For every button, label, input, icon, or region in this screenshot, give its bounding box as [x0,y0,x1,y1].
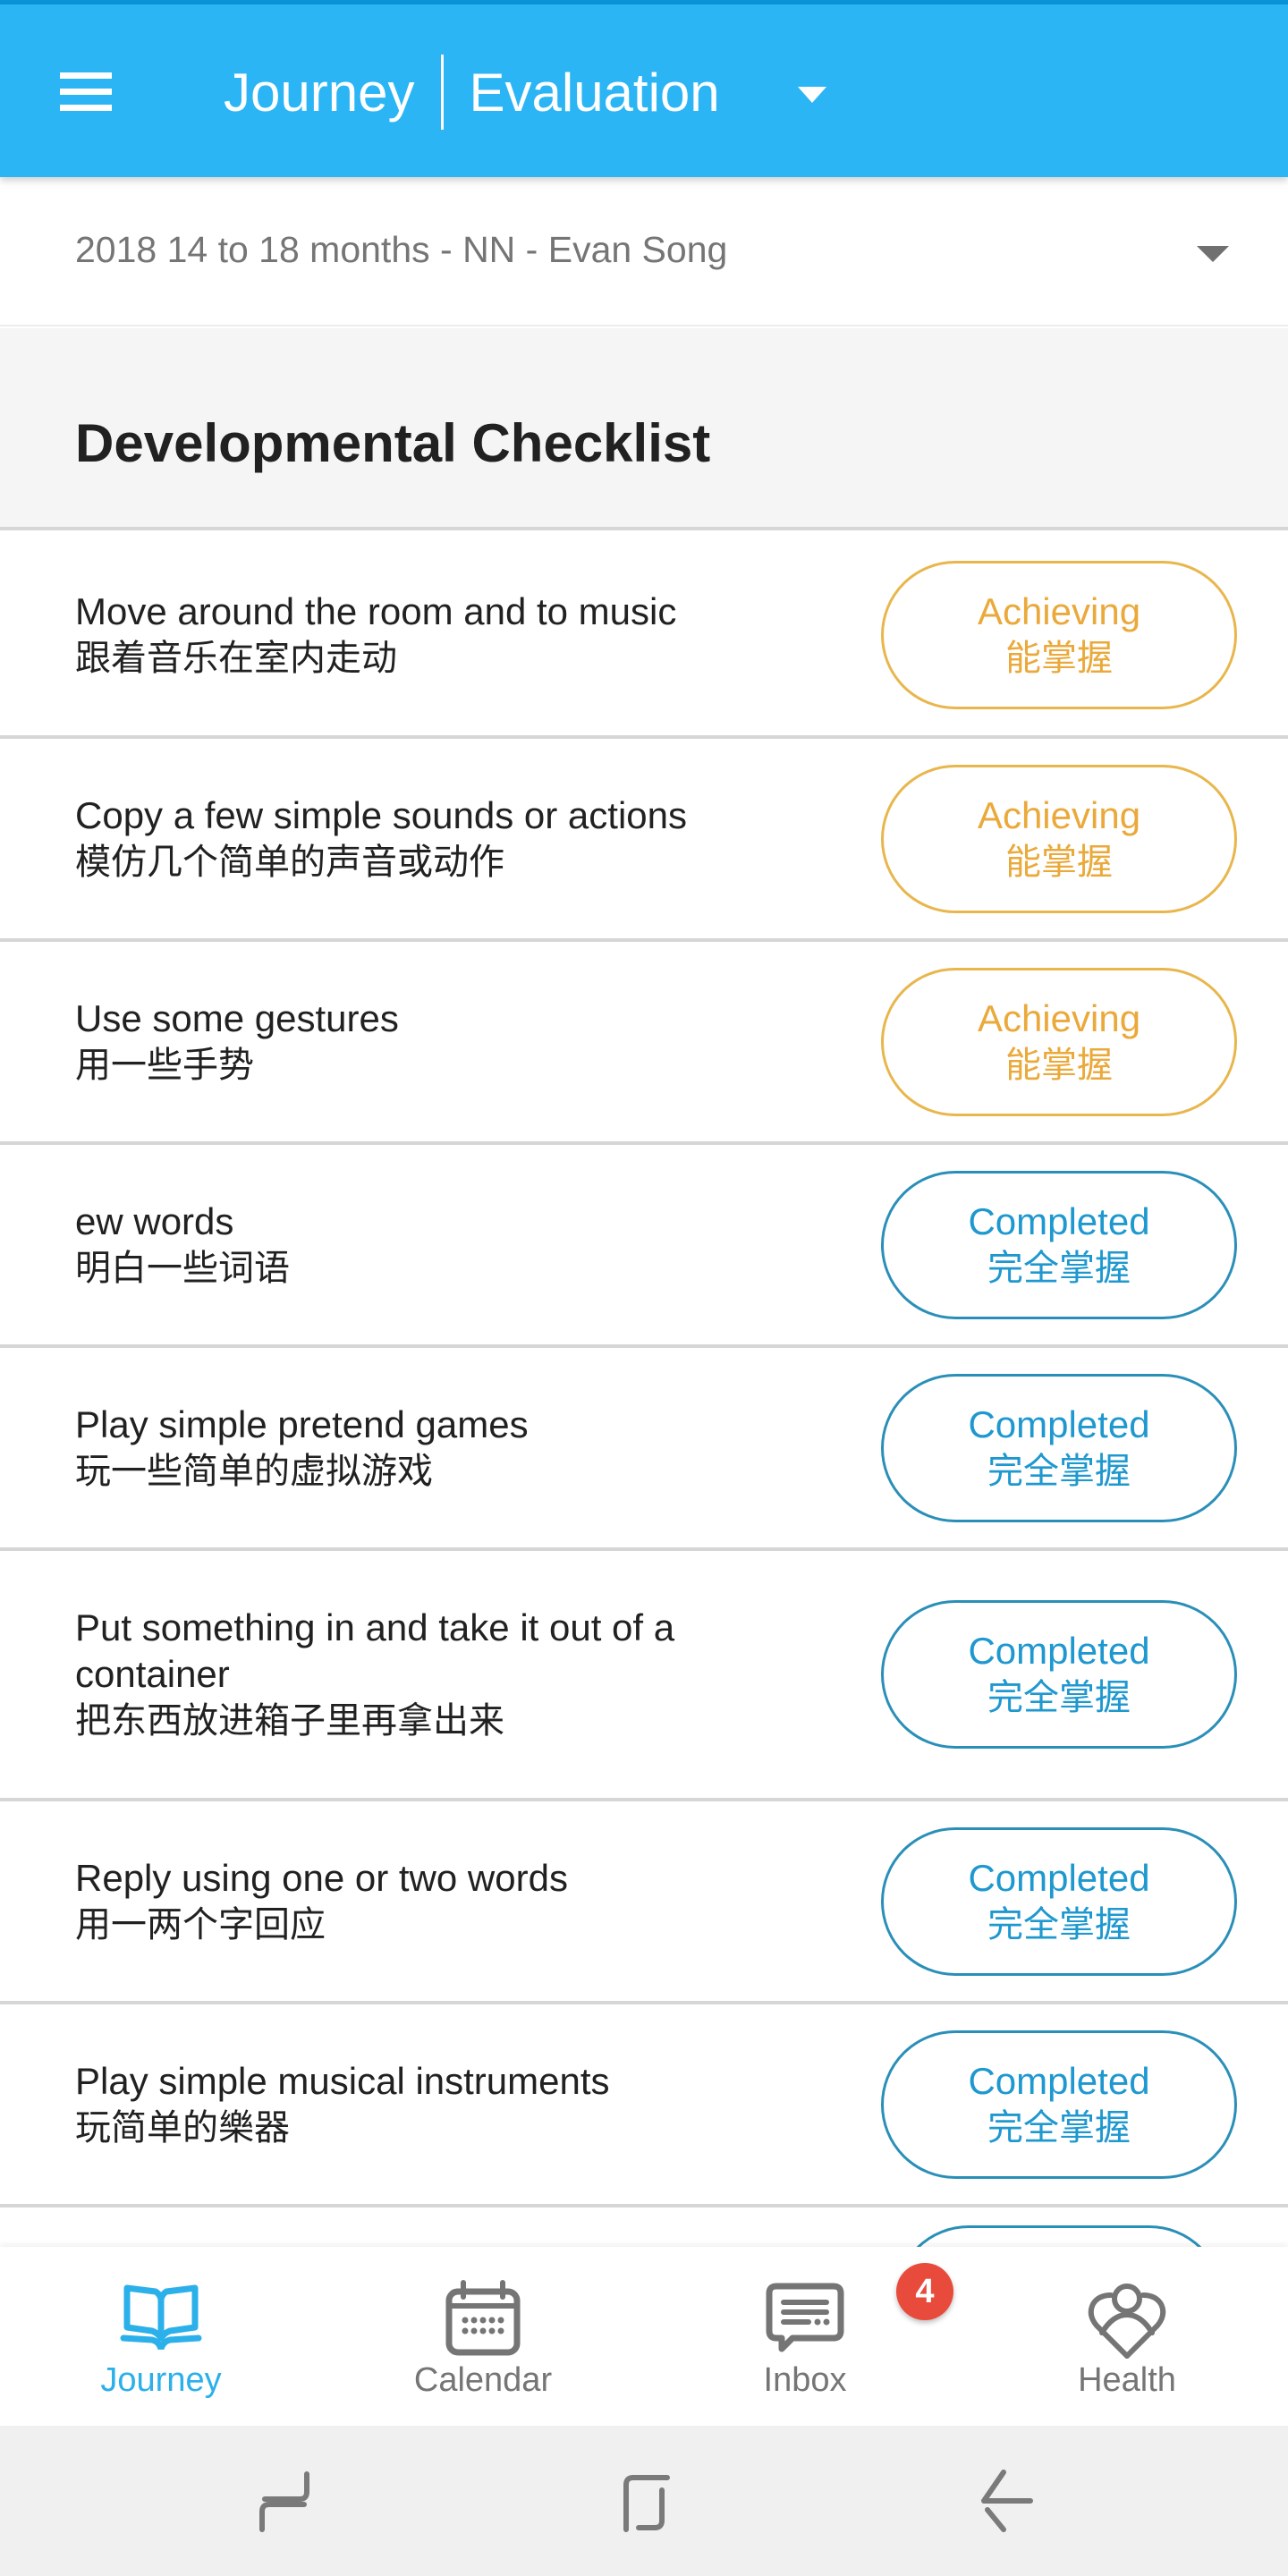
status-label-zh: 能掌握 [1005,1044,1113,1086]
back-icon[interactable] [968,2465,1039,2537]
nav-tab-health[interactable]: Health [966,2247,1288,2426]
caret-down-icon[interactable] [798,87,826,103]
inbox-unread-badge: 4 [896,2263,953,2320]
item-chinese: 明白一些词语 [75,1247,290,1289]
status-label-en: Completed [968,1402,1150,1445]
list-item: Move around the room and to music 跟着音乐在室… [0,534,1288,739]
status-label-en: Completed [968,1630,1150,1672]
nav-label-journey: Journey [100,2361,222,2399]
status-button[interactable]: Completed 完全掌握 [881,1170,1237,1319]
item-chinese: 玩一些简单的虚拟游戏 [75,1450,433,1492]
status-label-zh: 能掌握 [1005,637,1113,679]
item-chinese: 用一两个字回应 [75,1903,326,1945]
caret-down-icon [1197,246,1229,262]
checklist: Move around the room and to music 跟着音乐在室… [0,534,1288,2411]
list-item: Reply using one or two words 用一两个字回应 Com… [0,1801,1288,2004]
nav-label-calendar: Calendar [413,2361,553,2399]
selector-value: 2018 14 to 18 months - NN - Evan Song [75,229,728,270]
item-chinese: 把东西放进箱子里再拿出来 [75,1700,504,1741]
item-chinese: 跟着音乐在室内走动 [75,637,397,679]
nav-tab-calendar[interactable]: Calendar [322,2247,644,2426]
item-english: Move around the room and to music [75,589,677,632]
status-button[interactable]: Completed 完全掌握 [881,1826,1237,1976]
list-item: Copy a few simple sounds or actions 模仿几个… [0,739,1288,942]
evaluation-selector[interactable]: 2018 14 to 18 months - NN - Evan Song [0,177,1288,326]
heart-person-icon [1088,2284,1166,2359]
item-english: Reply using one or two words [75,1856,568,1899]
section-header: Developmental Checklist [0,328,1288,530]
nav-tab-journey[interactable]: Journey [0,2247,322,2426]
status-button[interactable]: Completed 完全掌握 [881,2029,1237,2179]
status-label-en: Achieving [977,996,1141,1039]
title-separator [441,55,445,130]
bottom-navigation: Journey Calendar Inbox Health [0,2247,1288,2426]
app-header: Journey Evaluation [0,4,1288,177]
title-evaluation: Evaluation [469,62,720,123]
item-english: Play simple musical instruments [75,2059,610,2102]
calendar-icon [445,2280,521,2356]
item-english: Use some gestures [75,996,399,1039]
status-label-zh: 完全掌握 [987,1677,1131,1718]
status-button[interactable]: Completed 完全掌握 [881,1600,1237,1749]
section-title: Developmental Checklist [75,413,711,473]
list-item: Play simple musical instruments 玩简单的樂器 C… [0,2004,1288,2207]
list-item: Play simple pretend games 玩一些简单的虚拟游戏 Com… [0,1348,1288,1551]
status-label-en: Completed [968,1856,1150,1899]
list-item: ew words 明白一些词语 Completed 完全掌握 [0,1145,1288,1348]
recent-apps-icon[interactable] [249,2465,320,2537]
status-button[interactable]: Achieving 能掌握 [881,967,1237,1116]
status-label-zh: 完全掌握 [987,1450,1131,1492]
status-label-zh: 完全掌握 [987,2106,1131,2148]
status-button[interactable]: Achieving 能掌握 [881,764,1237,913]
status-button[interactable]: Completed 完全掌握 [881,1373,1237,1522]
item-chinese: 玩简单的樂器 [75,2106,290,2148]
hamburger-menu-icon[interactable] [54,67,118,117]
title-journey: Journey [224,62,415,123]
header-title[interactable]: Journey Evaluation [224,55,720,130]
status-label-zh: 能掌握 [1005,841,1113,883]
item-english: Put something in and take it out of a co… [75,1606,675,1695]
nav-label-health: Health [1078,2361,1176,2399]
list-item: Put something in and take it out of a co… [0,1551,1288,1801]
open-book-icon [120,2284,202,2351]
item-chinese: 模仿几个简单的声音或动作 [75,841,504,883]
status-label-zh: 完全掌握 [987,1247,1131,1289]
status-label-zh: 完全掌握 [987,1903,1131,1945]
item-english: Copy a few simple sounds or actions [75,793,687,836]
item-english: Play simple pretend games [75,1402,529,1445]
home-icon[interactable] [608,2465,680,2537]
system-navigation-bar [0,2426,1288,2576]
item-chinese: 用一些手势 [75,1044,254,1086]
status-label-en: Achieving [977,793,1141,836]
status-label-en: Achieving [977,589,1141,632]
nav-label-inbox: Inbox [763,2361,847,2399]
status-label-en: Completed [968,2059,1150,2102]
list-item: Use some gestures 用一些手势 Achieving 能掌握 [0,942,1288,1145]
status-label-en: Completed [968,1199,1150,1242]
item-english: ew words [75,1199,234,1242]
status-button[interactable]: Achieving 能掌握 [881,560,1237,709]
message-icon [766,2283,844,2352]
